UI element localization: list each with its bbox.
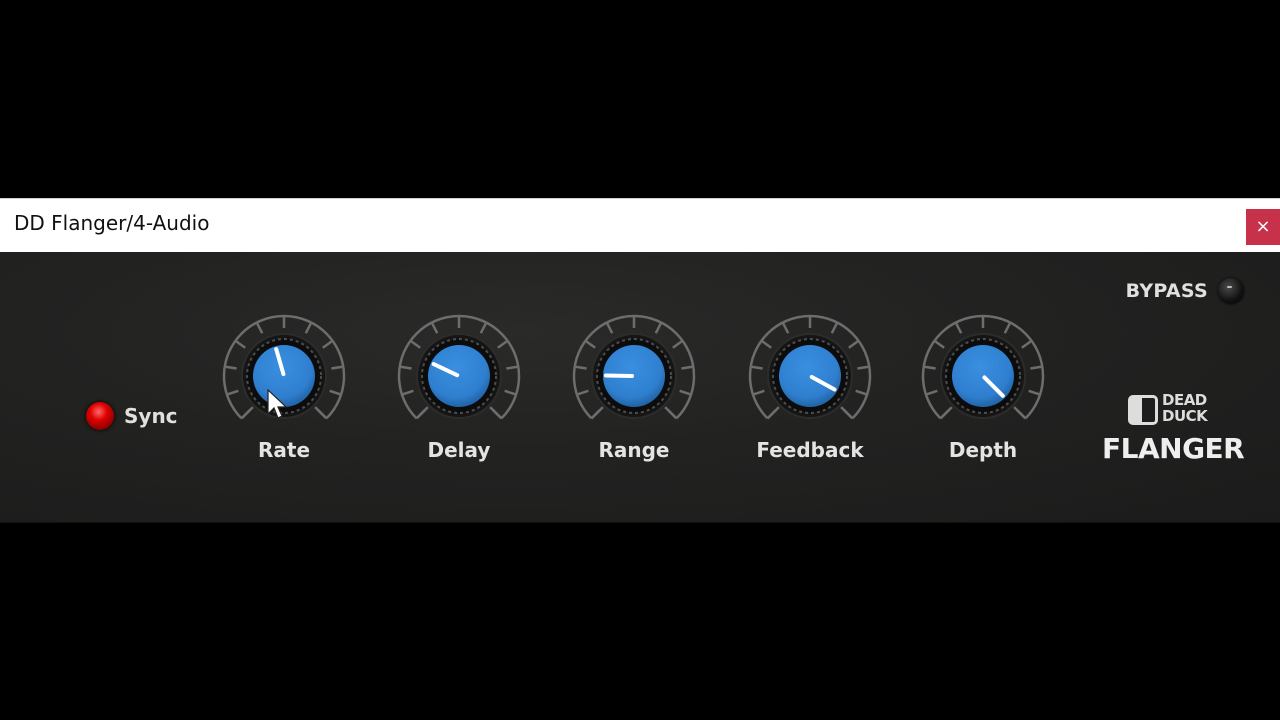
knob-scale-end <box>664 406 678 420</box>
knob-scale-tick <box>830 321 839 334</box>
knob-scale-tick <box>954 321 963 334</box>
knob-scale-tick <box>672 339 684 349</box>
knob-scale-tick <box>576 389 589 396</box>
knob-scale-tick <box>401 389 414 396</box>
knob-scale-tick <box>752 389 765 396</box>
knob-scale-tick <box>681 365 694 370</box>
knob-scale-tick <box>654 321 663 334</box>
knob-scale-end <box>240 406 254 420</box>
bypass-control: BYPASS <box>1126 278 1244 304</box>
knob-scale-tick <box>574 365 587 370</box>
knob-scale-tick <box>855 389 868 396</box>
sync-label: Sync <box>124 404 178 428</box>
knob-scale-tick <box>1030 365 1043 370</box>
brand-name: DEAD DUCK <box>1162 392 1208 425</box>
knob-scale-tick <box>255 321 264 334</box>
knob-feedback[interactable]: Feedback <box>745 314 875 474</box>
dead-duck-logo-icon <box>1128 395 1158 425</box>
knob-scale-tick <box>679 389 692 396</box>
knob-scale-end <box>939 406 953 420</box>
knob-scale-tick <box>430 321 439 334</box>
knob-scale-tick <box>848 339 860 349</box>
mouse-cursor-icon <box>267 388 288 419</box>
knob-label-depth: Depth <box>948 438 1018 462</box>
knob-scale-end <box>1013 406 1027 420</box>
knob-scale-end <box>415 406 429 420</box>
knob-range[interactable]: Range <box>569 314 699 474</box>
bypass-label: BYPASS <box>1125 280 1208 302</box>
product-name: FLANGER <box>1102 432 1245 465</box>
knob-scale-end <box>314 406 328 420</box>
brand-line2: DUCK <box>1162 407 1208 425</box>
close-button[interactable]: × <box>1246 209 1280 245</box>
sync-led-button[interactable] <box>86 402 114 430</box>
knob-scale-end <box>766 406 780 420</box>
knob-scale-tick <box>479 321 488 334</box>
bypass-button[interactable] <box>1218 278 1244 304</box>
knob-scale-tick <box>1003 321 1012 334</box>
knob-scale-tick <box>224 365 237 370</box>
sync-control: Sync <box>86 402 178 430</box>
knob-scale-tick <box>760 339 772 349</box>
knob-scale-tick <box>504 389 517 396</box>
knob-scale-tick <box>750 365 763 370</box>
knob-label-range: Range <box>598 438 670 462</box>
knob-scale-tick <box>584 339 596 349</box>
window-title: DD Flanger/4-Audio <box>14 211 210 235</box>
knob-scale-tick <box>781 321 790 334</box>
knob-scale-tick <box>322 339 334 349</box>
knob-scale-tick <box>933 339 945 349</box>
knob-scale-tick <box>857 365 870 370</box>
knob-scale-tick <box>1028 389 1041 396</box>
knob-scale-tick <box>923 365 936 370</box>
knob-label-delay: Delay <box>427 438 491 462</box>
knob-scale-end <box>590 406 604 420</box>
knob-scale-end <box>489 406 503 420</box>
knob-scale-tick <box>925 389 938 396</box>
knob-label-feedback: Feedback <box>756 438 864 462</box>
title-bar: DD Flanger/4-Audio × <box>0 198 1280 253</box>
knob-scale-tick <box>399 365 412 370</box>
knob-scale-tick <box>234 339 246 349</box>
flanger-panel: BYPASS Sync Rate Delay Range Feedback De… <box>0 252 1280 523</box>
knob-scale-tick <box>331 365 344 370</box>
knob-scale-tick <box>506 365 519 370</box>
knob-scale-tick <box>409 339 421 349</box>
knob-scale-tick <box>1021 339 1033 349</box>
knob-scale-tick <box>605 321 614 334</box>
knob-label-rate: Rate <box>257 438 311 462</box>
knob-depth[interactable]: Depth <box>918 314 1048 474</box>
knob-scale-tick <box>226 389 239 396</box>
knob-delay[interactable]: Delay <box>394 314 524 474</box>
dead-duck-logo: DEAD DUCK FLANGER <box>1102 392 1245 472</box>
knob-scale-tick <box>497 339 509 349</box>
close-icon: × <box>1255 216 1271 237</box>
knob-scale-tick <box>304 321 313 334</box>
plugin-window: DD Flanger/4-Audio × BYPASS Sync Rate De… <box>0 198 1280 523</box>
knob-scale-end <box>840 406 854 420</box>
knob-scale-tick <box>329 389 342 396</box>
